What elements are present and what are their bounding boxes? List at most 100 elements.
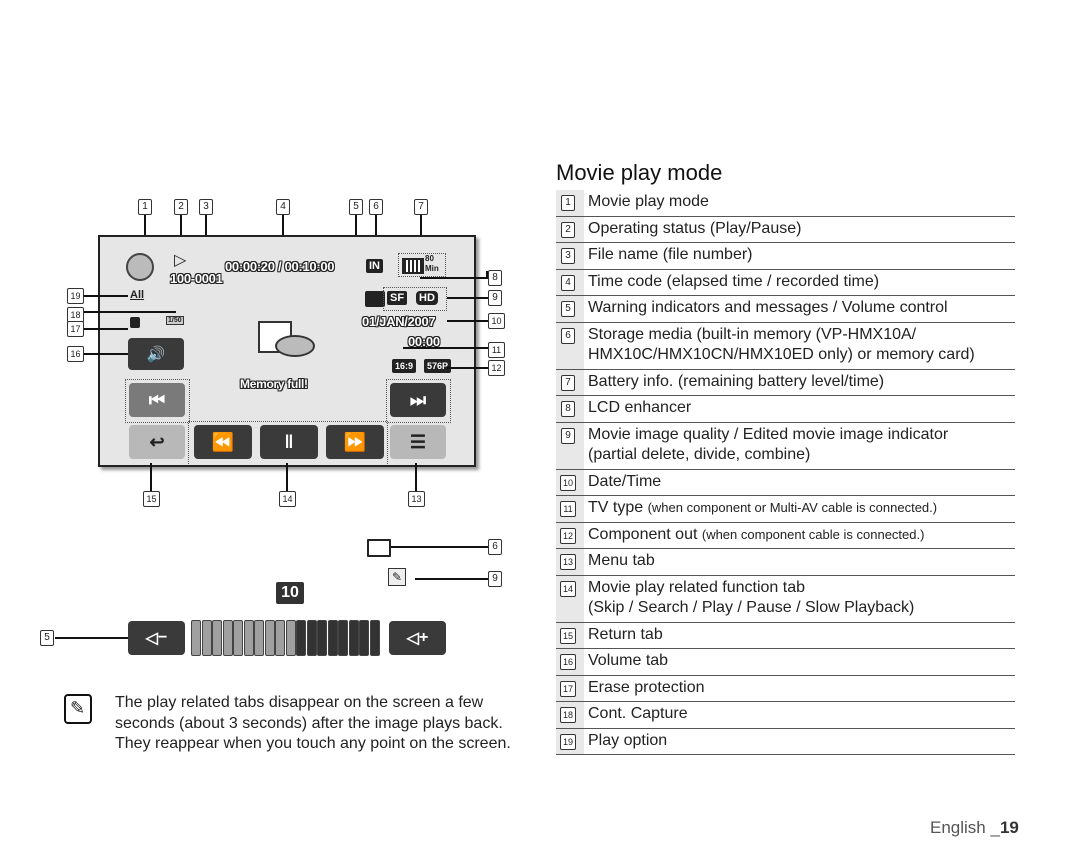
date-display: 01/JAN/2007 [362,314,436,329]
legend-text: Battery info. (remaining battery level/t… [584,370,884,396]
legend-text: Date/Time [584,470,661,496]
plus-label: + [418,629,429,646]
minus-label: − [157,629,168,646]
legend-note: (when component or Multi-AV cable is con… [647,500,938,515]
menu-button[interactable]: ☰ [390,425,446,459]
resolution-hd-icon: HD [416,291,438,305]
legend-number-cell: 10 [556,469,584,495]
legend-number: 12 [560,527,576,544]
volume-segment-empty [306,620,317,656]
legend-label: Volume tab [588,652,669,669]
legend-label: Component out [588,525,702,543]
callout-16: 16 [67,346,84,362]
volume-segment-filled [243,620,254,656]
volume-down-button[interactable]: ◁ − [128,621,185,655]
legend-label: Battery info. (remaining battery level/t… [588,372,885,390]
legend-row: 4 Time code (elapsed time / recorded time… [556,269,1015,296]
volume-segment-empty [369,620,380,656]
legend-number-cell: 4 [556,269,584,295]
legend-text: LCD enhancer [584,396,691,422]
legend-number-cell: 19 [556,728,584,754]
volume-segment-empty [348,620,359,656]
fast-forward-button[interactable]: ⏩ [326,425,384,459]
legend-label: Movie image quality / Edited movie image… [588,425,949,443]
legend-number-cell: 17 [556,675,584,701]
leader-line [84,311,176,313]
legend-number: 5 [561,301,575,317]
memory-full-icon [275,335,315,357]
legend-row: 9 Movie image quality / Edited movie imag… [556,422,1015,470]
legend-number-cell: 1 [556,190,584,216]
note-text: The play related tabs disappear on the s… [115,694,511,752]
volume-segment-filled [264,620,275,656]
leader-line [84,328,128,330]
callout-9b: 9 [488,571,502,587]
callout-5: 5 [349,199,363,215]
legend-label: File name (file number) [588,246,753,263]
pause-button[interactable]: ‖ [260,425,318,459]
volume-segment-empty [359,620,369,656]
play-option-icon: All [130,289,145,301]
legend-row: 14 Movie play related function tab (Skip /… [556,575,1015,623]
callout-15: 15 [143,491,160,507]
legend-label: LCD enhancer [588,399,692,416]
cont-capture-icon: 1/50 [166,316,184,325]
leader-line [447,297,488,299]
edited-movie-icon: ✎ [388,568,406,586]
legend-row: 16 Volume tab [556,649,1015,676]
legend-number: 1 [561,195,575,211]
legend-number: 14 [560,580,576,597]
callout-11: 11 [488,342,505,358]
legend-row: 13 Menu tab [556,549,1015,576]
legend-row: 18 Cont. Capture [556,702,1015,729]
legend-label: Date/Time [588,472,662,490]
callout-3: 3 [199,199,213,215]
legend-row: 2 Operating status (Play/Pause) [556,216,1015,243]
volume-segment-filled [191,620,201,656]
legend-row: 11 TV type (when component or Multi-AV ca… [556,496,1015,523]
page-footer: English _19 [930,818,1019,838]
legend-row: 3 File name (file number) [556,243,1015,270]
legend-text: Play option [584,729,667,755]
legend-text: Warning indicators and messages / Volume… [584,296,948,322]
callout-6: 6 [369,199,383,215]
volume-up-button[interactable]: ◁ + [389,621,446,655]
volume-segment-filled [201,620,212,656]
legend-text: Movie play related function tab (Skip / S… [584,576,914,622]
leader-line [415,463,417,491]
lcd-screen[interactable]: ▷ 100-0001 00:00:20 / 00:10:00 IN 80 Min … [98,235,476,467]
legend-number: 16 [560,654,576,670]
legend-row: 10 Date/Time [556,469,1015,496]
volume-segment-empty [338,620,348,656]
file-name: 100-0001 [170,271,223,286]
callout-2: 2 [174,199,188,215]
callout-10: 10 [488,313,505,329]
footer-language: English _ [930,818,1000,837]
legend-number-cell: 9 [556,422,584,469]
volume-segment-empty [296,620,306,656]
legend-label: Erase protection [588,678,705,696]
volume-level-label: 10 [276,582,304,604]
leader-line [420,277,488,279]
memory-card-icon [367,539,391,557]
legend-number: 8 [561,401,575,417]
speaker-icon: ◁ [145,630,158,647]
legend-label: TV type [588,499,648,516]
speaker-icon: ◁ [406,630,419,647]
legend-text: Storage media (built-in memory (VP-HMX10… [584,323,975,369]
rewind-button[interactable]: ⏪ [194,425,252,459]
callout-9: 9 [488,290,502,306]
legend-label: Movie play mode [588,193,709,210]
legend-table: 1 Movie play mode 2 Operating status (Play/… [556,190,1015,755]
callout-17: 17 [67,321,84,337]
legend-number: 15 [560,627,576,644]
skip-back-button[interactable]: ⏮ [129,383,185,417]
volume-button[interactable]: 🔊 [128,338,184,370]
leader-line [84,295,128,297]
leader-line [415,578,488,580]
return-button[interactable]: ↩ [129,425,185,459]
legend-text: Menu tab [584,549,655,575]
film-reel-icon [126,253,154,281]
skip-forward-button[interactable]: ⏭ [390,383,446,417]
play-icon: ▷ [174,252,187,269]
